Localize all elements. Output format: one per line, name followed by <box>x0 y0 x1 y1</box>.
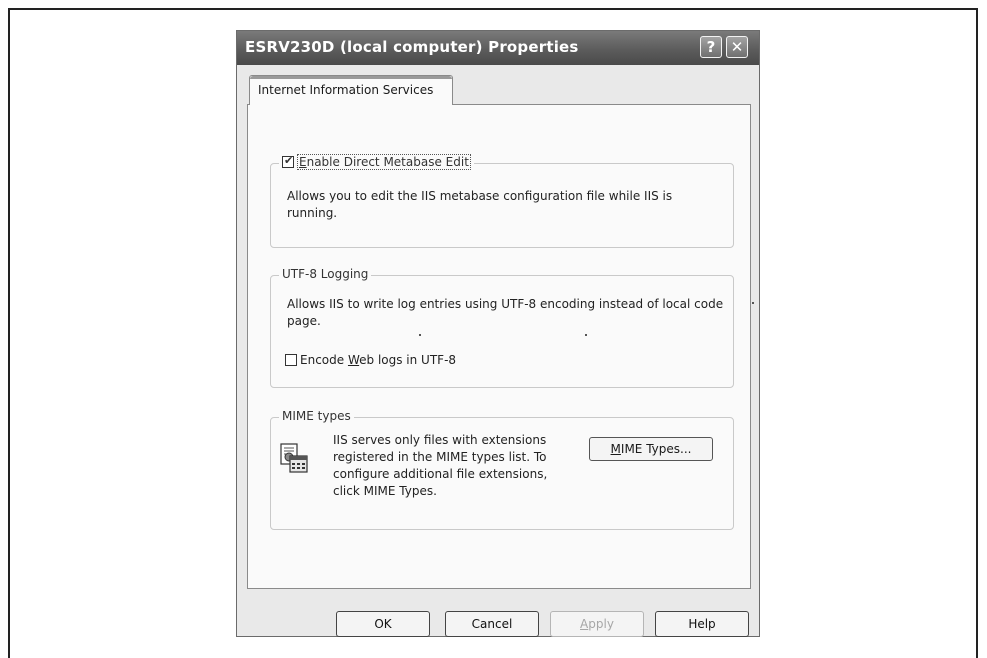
metabase-label-text: nable Direct Metabase Edit <box>306 155 469 169</box>
mime-description: IIS serves only files with extensions re… <box>333 433 548 498</box>
artifact-dot <box>419 334 421 336</box>
mime-button-label: IME Types... <box>620 442 692 456</box>
artifact-dot <box>752 302 754 304</box>
metabase-group: ✔ Enable Direct Metabase Edit Allows you … <box>270 154 734 248</box>
tab-label: Internet Information Services <box>258 83 434 97</box>
mnemonic-m: M <box>610 442 621 456</box>
tab-panel: ✔ Enable Direct Metabase Edit Allows you … <box>247 104 754 589</box>
help-icon[interactable]: ? <box>700 36 722 58</box>
help-button[interactable]: Help <box>655 611 749 637</box>
metabase-checkbox[interactable]: ✔ <box>282 154 294 168</box>
utf8-label-after: eb logs in UTF-8 <box>359 353 457 367</box>
mime-types-button[interactable]: MIME Types... <box>589 437 713 461</box>
mime-group-title: MIME types <box>279 409 354 423</box>
tab-internet-information-services[interactable]: Internet Information Services <box>249 75 453 105</box>
close-icon[interactable]: ✕ <box>726 36 748 58</box>
properties-dialog: ESRV230D (local computer) Properties ? ✕… <box>236 30 760 637</box>
artifact-dot <box>585 334 587 336</box>
mnemonic-e: E <box>299 155 307 169</box>
utf8-logging-group: UTF-8 Logging Allows IIS to write log en… <box>270 267 734 388</box>
metabase-checkbox-row[interactable]: ✔ Enable Direct Metabase Edit <box>279 154 474 170</box>
tab-highlight <box>250 76 452 79</box>
dialog-title: ESRV230D (local computer) Properties <box>245 38 579 56</box>
cancel-button[interactable]: Cancel <box>445 611 539 637</box>
utf8-group-title: UTF-8 Logging <box>279 267 372 281</box>
apply-button-label: pply <box>588 617 614 631</box>
utf8-checkbox[interactable] <box>285 354 297 366</box>
title-bar[interactable]: ESRV230D (local computer) Properties ? ✕ <box>237 31 759 65</box>
utf8-description: Allows IIS to write log entries using UT… <box>287 297 724 328</box>
metabase-checkbox-label: Enable Direct Metabase Edit <box>297 154 471 170</box>
check-icon: ✔ <box>284 154 294 167</box>
mnemonic-w: W <box>347 353 360 367</box>
apply-button[interactable]: Apply <box>550 611 644 637</box>
ok-button[interactable]: OK <box>336 611 430 637</box>
mime-types-group: MIME types IIS serves only files with ex… <box>270 409 734 530</box>
utf8-label-before: Encode <box>300 353 348 367</box>
metabase-description: Allows you to edit the IIS metabase conf… <box>287 189 673 220</box>
utf8-checkbox-row[interactable]: Encode Web logs in UTF-8 <box>285 352 456 369</box>
mime-types-icon <box>280 443 308 473</box>
